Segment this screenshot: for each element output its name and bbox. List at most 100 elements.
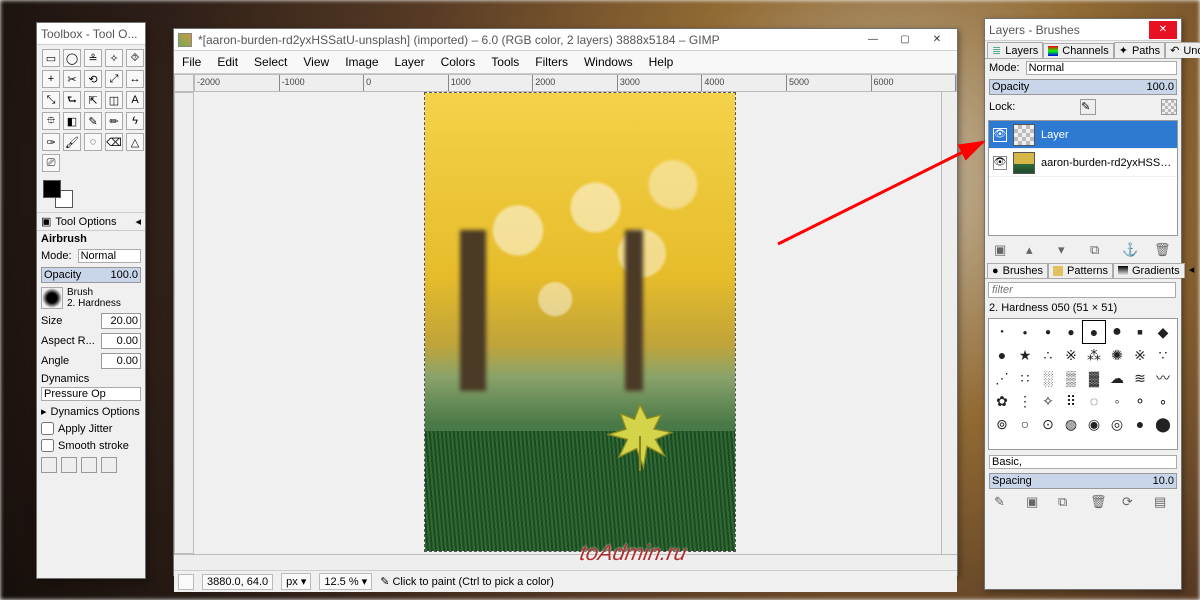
brush-cell[interactable]: ●	[1014, 321, 1036, 343]
brush-cell[interactable]: ●	[1106, 321, 1128, 343]
scrollbar-vertical[interactable]	[941, 92, 957, 554]
brush-cell[interactable]: ⊙	[1037, 413, 1059, 435]
brush-cell[interactable]: ●	[1060, 321, 1082, 343]
color-swatches[interactable]	[37, 176, 145, 212]
brush-cell[interactable]: ✺	[1106, 344, 1128, 366]
tool-icon-2[interactable]: ≗	[84, 49, 102, 67]
tool-icon-14[interactable]: A	[126, 91, 144, 109]
tool-icon-4[interactable]: ⯑	[126, 49, 144, 67]
opacity-slider[interactable]: Opacity 100.0	[41, 267, 141, 283]
maximize-button[interactable]: ▢	[889, 30, 921, 50]
brush-cell[interactable]: ⠿	[1060, 390, 1082, 412]
tab-patterns[interactable]: Patterns	[1048, 263, 1113, 278]
brush-cell[interactable]: ※	[1129, 344, 1151, 366]
brush-cell[interactable]: ☁	[1106, 367, 1128, 389]
brush-cell[interactable]: ▪	[1129, 321, 1151, 343]
reset-button[interactable]	[101, 457, 117, 473]
brush-cell[interactable]: ⬤	[1152, 413, 1174, 435]
brush-filter-input[interactable]	[988, 282, 1176, 298]
image-titlebar[interactable]: *[aaron-burden-rd2yxHSSatU-unsplash] (im…	[174, 29, 957, 51]
spacing-slider[interactable]: Spacing10.0	[989, 473, 1177, 489]
quickmask-toggle[interactable]	[178, 574, 194, 590]
brush-tab-menu-icon[interactable]: ◂	[1185, 261, 1199, 278]
tool-icon-17[interactable]: ✎	[84, 112, 102, 130]
layer-mode-dropdown[interactable]: Normal	[1026, 61, 1177, 75]
menu-layer[interactable]: Layer	[393, 53, 427, 71]
layers-list[interactable]: 👁Layer👁aaron-burden-rd2yxHSSatU-unspla	[988, 120, 1178, 236]
menu-filters[interactable]: Filters	[533, 53, 570, 71]
tool-icon-9[interactable]: ↔	[126, 70, 144, 88]
save-preset-button[interactable]	[41, 457, 57, 473]
tool-icon-12[interactable]: ⇱	[84, 91, 102, 109]
menu-tools[interactable]: Tools	[489, 53, 521, 71]
brush-selector[interactable]: Brush 2. Hardness	[37, 285, 145, 311]
tab-layers[interactable]: ≣Layers	[987, 42, 1043, 58]
delete-preset-button[interactable]	[81, 457, 97, 473]
brush-cell[interactable]: ⋰	[991, 367, 1013, 389]
canvas-area[interactable]	[194, 92, 941, 554]
tool-icon-24[interactable]: △	[126, 133, 144, 151]
aspect-field[interactable]	[101, 333, 141, 349]
brush-preset-dropdown[interactable]: Basic,	[989, 455, 1177, 469]
tab-undo[interactable]: ↶Undo	[1165, 42, 1200, 58]
edit-brush-button[interactable]: ✎	[994, 494, 1012, 510]
tab-paths[interactable]: ✦Paths	[1114, 42, 1165, 58]
tab-brushes[interactable]: ●Brushes	[987, 263, 1048, 278]
brush-cell[interactable]: ◎	[1106, 413, 1128, 435]
mode-dropdown[interactable]: Normal	[78, 249, 141, 263]
restore-preset-button[interactable]	[61, 457, 77, 473]
anchor-layer-button[interactable]: ⚓	[1122, 242, 1140, 258]
dock-titlebar[interactable]: Layers - Brushes ✕	[985, 19, 1181, 41]
brush-cell[interactable]: ●	[1129, 413, 1151, 435]
brush-cell[interactable]: ◦	[1106, 390, 1128, 412]
tool-icon-15[interactable]: ⯐	[42, 112, 60, 130]
unit-dropdown[interactable]: px ▾	[281, 573, 311, 590]
layer-row[interactable]: 👁Layer	[989, 121, 1177, 149]
ruler-horizontal[interactable]: -2000-10000100020003000400050006000	[194, 74, 957, 92]
brush-cell[interactable]: ★	[1014, 344, 1036, 366]
visibility-toggle-icon[interactable]: 👁	[993, 128, 1007, 142]
menu-image[interactable]: Image	[343, 53, 380, 71]
new-layer-button[interactable]: ▣	[994, 242, 1012, 258]
brush-cell[interactable]: ●	[1037, 321, 1059, 343]
tool-icon-19[interactable]: ϟ	[126, 112, 144, 130]
brush-cell[interactable]: ░	[1037, 367, 1059, 389]
tool-icon-11[interactable]: ⮑	[63, 91, 81, 109]
tool-icon-1[interactable]: ◯	[63, 49, 81, 67]
tab-gradients[interactable]: Gradients	[1113, 263, 1185, 278]
brush-cell[interactable]: ∷	[1014, 367, 1036, 389]
brush-cell[interactable]: ✧	[1037, 390, 1059, 412]
visibility-toggle-icon[interactable]: 👁	[993, 156, 1007, 170]
lock-pixels-button[interactable]: ✎	[1080, 99, 1096, 115]
tool-icon-6[interactable]: ✂	[63, 70, 81, 88]
layer-down-button[interactable]: ▾	[1058, 242, 1076, 258]
tab-channels[interactable]: Channels	[1043, 43, 1113, 58]
menu-file[interactable]: File	[180, 53, 203, 71]
brush-cell[interactable]: ◆	[1152, 321, 1174, 343]
smooth-stroke-checkbox[interactable]	[41, 439, 54, 452]
brush-cell[interactable]: ⊚	[991, 413, 1013, 435]
menu-windows[interactable]: Windows	[582, 53, 635, 71]
brush-cell[interactable]: ●	[1083, 321, 1105, 343]
dynamics-options-expander[interactable]: ▸Dynamics Options	[37, 403, 145, 420]
open-as-image-button[interactable]: ▤	[1154, 494, 1172, 510]
tool-icon-22[interactable]: ◌	[84, 133, 102, 151]
refresh-brushes-button[interactable]: ⟳	[1122, 494, 1140, 510]
brush-cell[interactable]: ⁂	[1083, 344, 1105, 366]
brush-cell[interactable]: ⋮	[1014, 390, 1036, 412]
apply-jitter-checkbox[interactable]	[41, 422, 54, 435]
brush-cell[interactable]: ≋	[1129, 367, 1151, 389]
tool-icon-13[interactable]: ◫	[105, 91, 123, 109]
tool-icon-20[interactable]: ✑	[42, 133, 60, 151]
menu-colors[interactable]: Colors	[439, 53, 478, 71]
tool-icon-7[interactable]: ⟲	[84, 70, 102, 88]
brush-cell[interactable]: ∵	[1152, 344, 1174, 366]
tool-icon-18[interactable]: ✏	[105, 112, 123, 130]
minimize-button[interactable]: —	[857, 30, 889, 50]
tool-icon-5[interactable]: +	[42, 70, 60, 88]
layer-row[interactable]: 👁aaron-burden-rd2yxHSSatU-unspla	[989, 149, 1177, 177]
tool-icon-23[interactable]: ⌫	[105, 133, 123, 151]
image-canvas[interactable]	[424, 92, 736, 552]
fg-color-swatch[interactable]	[43, 180, 61, 198]
brush-cell[interactable]: ◍	[1060, 413, 1082, 435]
